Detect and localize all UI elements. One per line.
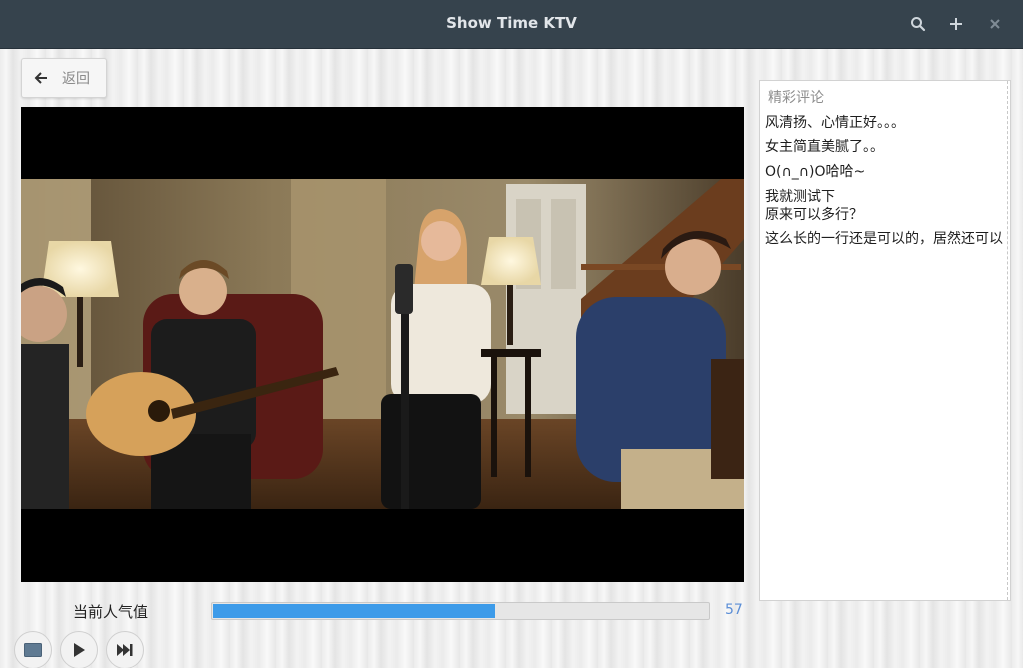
play-button[interactable]	[60, 631, 98, 668]
skip-next-icon	[117, 644, 133, 656]
stop-button[interactable]	[14, 631, 52, 668]
search-icon	[911, 17, 926, 32]
close-button[interactable]	[983, 12, 1007, 36]
comment-item: 我就测试下	[765, 189, 835, 205]
video-frame	[21, 179, 744, 509]
plus-icon	[950, 18, 962, 30]
popularity-bar	[211, 602, 710, 620]
close-icon	[990, 19, 1000, 29]
add-button[interactable]	[944, 12, 968, 36]
back-button[interactable]: 返回	[21, 58, 107, 98]
back-label: 返回	[62, 71, 90, 87]
comment-item: 女主简直美腻了。。	[765, 139, 884, 155]
arrow-left-icon	[34, 72, 47, 84]
search-button[interactable]	[906, 12, 930, 36]
play-icon	[74, 643, 85, 657]
next-button[interactable]	[106, 631, 144, 668]
comments-scrollbar[interactable]	[1007, 81, 1010, 600]
app-title: Show Time KTV	[446, 14, 577, 32]
popularity-value: 57	[725, 602, 743, 618]
title-bar: Show Time KTV	[0, 0, 1023, 49]
comment-item: O(∩_∩)O哈哈~	[765, 164, 866, 180]
comment-item: 原来可以多行？	[765, 207, 863, 223]
comments-title: 精彩评论	[768, 90, 824, 106]
comments-panel[interactable]: 精彩评论 风清扬、心情正好。。。 女主简直美腻了。。 O(∩_∩)O哈哈~ 我就…	[759, 80, 1011, 601]
popularity-bar-fill	[213, 604, 495, 618]
comment-item: 这么长的一行还是可以的，居然还可以	[765, 231, 1003, 247]
comment-item: 风清扬、心情正好。。。	[765, 115, 905, 131]
stop-icon	[24, 643, 42, 657]
popularity-label: 当前人气值	[73, 603, 149, 621]
video-player[interactable]	[21, 107, 744, 582]
